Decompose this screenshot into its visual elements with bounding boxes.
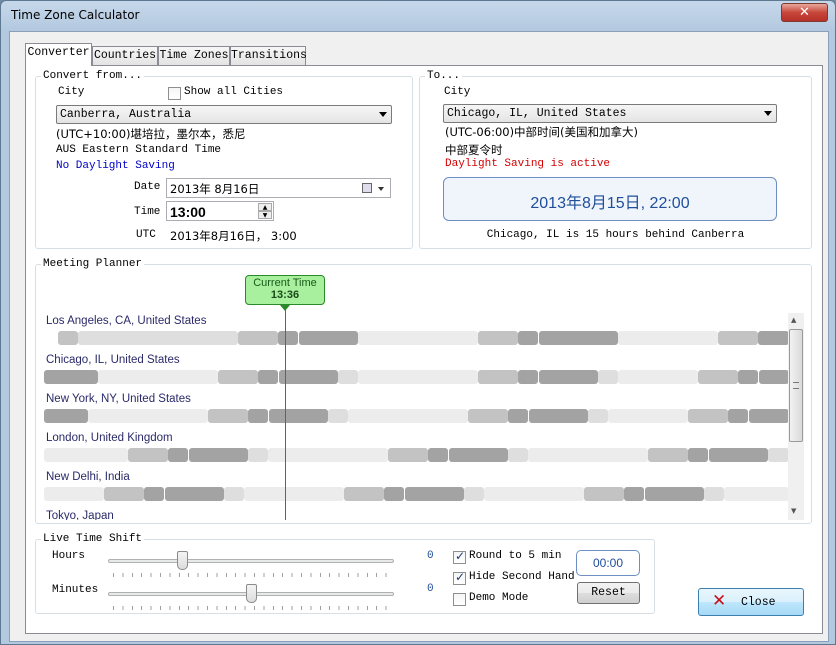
city-name-new-york: New York, NY, United States	[46, 393, 191, 405]
round-5min-label: Round to 5 min	[469, 550, 562, 562]
minutes-slider-thumb[interactable]	[246, 584, 257, 603]
lane-chicago[interactable]	[44, 370, 789, 384]
time-spinner[interactable]: 13:00 ▲ ▼	[166, 201, 274, 221]
live-time-shift-group: Live Time Shift Hours 0 Minutes 0 Round …	[35, 533, 655, 614]
live-time-shift-label: Live Time Shift	[41, 533, 145, 545]
meeting-planner-group: Meeting Planner Los Angeles, CA, United …	[35, 258, 812, 524]
to-utc-name: (UTC-06:00)中部时间(美国和加拿大)	[445, 125, 639, 139]
utc-value: 2013年8月16日， 3:00	[170, 229, 297, 243]
hours-slider-ticks	[113, 573, 391, 577]
chevron-down-icon[interactable]	[378, 187, 384, 191]
lane-los-angeles[interactable]	[58, 331, 789, 345]
app-window: Time Zone Calculator ✕ Converter Countri…	[0, 0, 836, 645]
date-value: 2013年 8月16日	[170, 182, 260, 196]
hours-value: 0	[427, 550, 434, 562]
date-picker[interactable]: 2013年 8月16日	[166, 178, 391, 198]
tab-converter[interactable]: Converter	[25, 43, 92, 66]
offset-display: 00:00	[576, 550, 640, 576]
to-city-label: City	[444, 86, 471, 98]
client-area: Converter Countries Time Zones Transitio…	[9, 31, 829, 642]
current-time-value: 13:36	[270, 289, 300, 301]
minutes-slider-ticks	[113, 606, 391, 610]
from-city-value: Canberra, Australia	[60, 108, 192, 121]
spin-down-icon[interactable]: ▼	[258, 211, 272, 219]
lane-london[interactable]	[44, 448, 789, 462]
from-daylight-status: No Daylight Saving	[56, 160, 175, 172]
demo-mode-checkbox[interactable]	[453, 593, 466, 606]
result-box: 2013年8月15日, 22:00	[443, 177, 777, 221]
current-time-badge: Current Time 13:36	[245, 275, 325, 305]
from-utc-name: (UTC+10:00)堪培拉，墨尔本，悉尼	[56, 127, 246, 141]
show-all-cities-label: Show all Cities	[184, 86, 284, 98]
hours-slider-track[interactable]	[108, 559, 394, 563]
convert-from-group: Convert from... City Show all Cities Can…	[35, 70, 413, 249]
time-label: Time	[134, 206, 161, 218]
from-city-label: City	[58, 86, 85, 98]
convert-from-label: Convert from...	[41, 70, 145, 82]
spin-up-icon[interactable]: ▲	[258, 203, 272, 211]
calendar-icon[interactable]	[362, 183, 372, 193]
city-name-new-delhi: New Delhi, India	[46, 471, 130, 483]
meeting-planner-label: Meeting Planner	[41, 258, 145, 270]
scroll-thumb[interactable]	[789, 329, 803, 442]
planner-scrollbar[interactable]: ▲ ▼	[788, 313, 804, 520]
planner-lanes[interactable]: Los Angeles, CA, United States Chicago, …	[36, 313, 789, 520]
chevron-down-icon	[764, 111, 772, 116]
reset-button[interactable]: Reset	[577, 582, 640, 604]
to-city-select[interactable]: Chicago, IL, United States	[443, 104, 777, 123]
city-name-london: London, United Kingdom	[46, 432, 173, 444]
time-value: 13:00	[170, 204, 206, 220]
demo-mode-label: Demo Mode	[469, 592, 529, 604]
convert-to-label: To...	[425, 70, 463, 82]
city-name-los-angeles: Los Angeles, CA, United States	[46, 315, 207, 327]
round-5min-checkbox[interactable]	[453, 549, 466, 564]
city-name-tokyo: Tokyo, Japan	[46, 510, 114, 520]
show-all-cities-checkbox[interactable]	[168, 87, 181, 100]
current-time-label: Current Time	[253, 277, 317, 289]
tab-transitions[interactable]: Transitions	[230, 46, 307, 65]
to-dst-name: 中部夏令时	[445, 143, 503, 157]
scroll-up-icon[interactable]: ▲	[791, 316, 796, 324]
current-time-pointer-icon	[280, 305, 290, 311]
result-datetime: 2013年8月15日, 22:00	[530, 195, 690, 212]
close-button-label: Close	[741, 596, 776, 609]
hours-slider-thumb[interactable]	[177, 551, 188, 570]
grip-icon	[793, 382, 799, 389]
to-city-value: Chicago, IL, United States	[447, 107, 627, 120]
converter-panel: Convert from... City Show all Cities Can…	[25, 65, 823, 634]
from-standard-name: AUS Eastern Standard Time	[56, 144, 222, 156]
to-daylight-status: Daylight Saving is active	[445, 158, 611, 170]
time-difference-text: Chicago, IL is 15 hours behind Canberra	[486, 229, 745, 241]
date-label: Date	[134, 181, 161, 193]
city-name-chicago: Chicago, IL, United States	[46, 354, 180, 366]
chevron-down-icon	[379, 112, 387, 117]
tab-countries[interactable]: Countries	[92, 46, 158, 65]
hide-second-hand-checkbox[interactable]	[453, 570, 466, 585]
scroll-down-icon[interactable]: ▼	[791, 507, 796, 515]
title-bar[interactable]: Time Zone Calculator ✕	[1, 1, 835, 31]
minutes-value: 0	[427, 583, 434, 595]
minutes-label: Minutes	[52, 584, 99, 596]
lane-new-york[interactable]	[44, 409, 789, 423]
hide-second-hand-label: Hide Second Hand	[469, 571, 575, 583]
window-title: Time Zone Calculator	[11, 8, 140, 22]
tab-time-zones[interactable]: Time Zones	[158, 46, 230, 65]
close-x-icon: ✕	[712, 591, 727, 611]
from-city-select[interactable]: Canberra, Australia	[56, 105, 392, 124]
utc-label: UTC	[136, 229, 156, 241]
convert-to-group: To... City Chicago, IL, United States (U…	[419, 70, 812, 249]
lane-new-delhi[interactable]	[44, 487, 789, 501]
window-close-icon[interactable]: ✕	[781, 3, 828, 22]
hours-label: Hours	[52, 550, 86, 562]
current-time-line	[285, 305, 286, 520]
close-button[interactable]: ✕ Close	[698, 588, 804, 616]
